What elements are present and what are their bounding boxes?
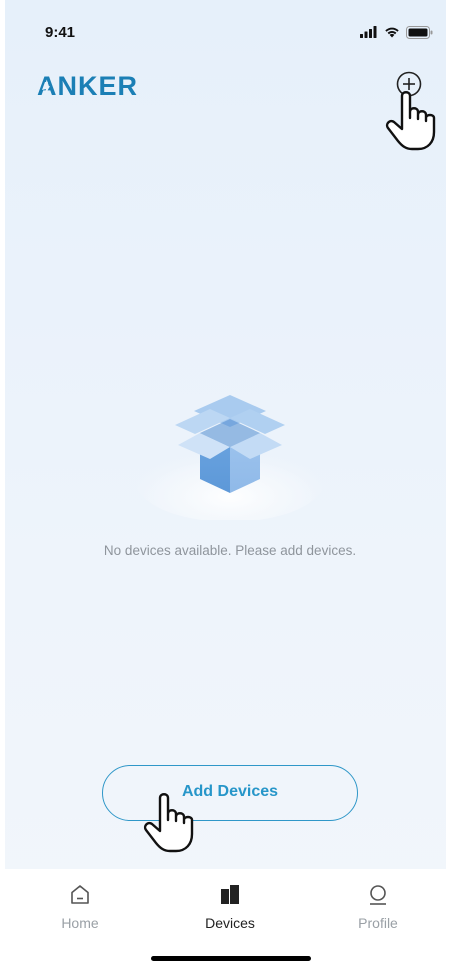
tab-devices[interactable]: Devices [180,883,280,943]
tab-profile[interactable]: Profile [328,883,428,943]
tab-bar: Home Devices Profile [0,869,451,961]
empty-state-message: No devices available. Please add devices… [103,543,357,558]
battery-icon [406,25,433,39]
status-time: 9:41 [45,24,76,41]
status-bar: 9:41 [0,0,451,62]
devices-icon [221,885,239,904]
home-icon [71,885,89,904]
tab-profile-label: Profile [358,915,398,931]
add-devices-button[interactable]: Add Devices [102,765,358,821]
right-edge [446,0,451,961]
tab-devices-label: Devices [205,915,255,931]
anker-logo: ANKER [37,70,161,103]
wifi-icon [385,27,399,38]
add-devices-label: Add Devices [181,783,279,800]
signal-icon [360,26,377,38]
hand-cursor-icon [384,88,444,154]
tab-home[interactable]: Home [30,883,130,943]
tab-home-label: Home [61,915,99,931]
add-device-icon[interactable] [396,71,422,97]
left-edge [0,0,5,961]
devices-screen: 9:41 ANKER No devices available. Please … [0,0,451,961]
status-icons [360,25,433,39]
profile-icon [370,885,386,905]
empty-box-illustration [130,385,330,522]
svg-text:ANKER: ANKER [37,71,138,98]
home-indicator[interactable] [151,956,311,961]
